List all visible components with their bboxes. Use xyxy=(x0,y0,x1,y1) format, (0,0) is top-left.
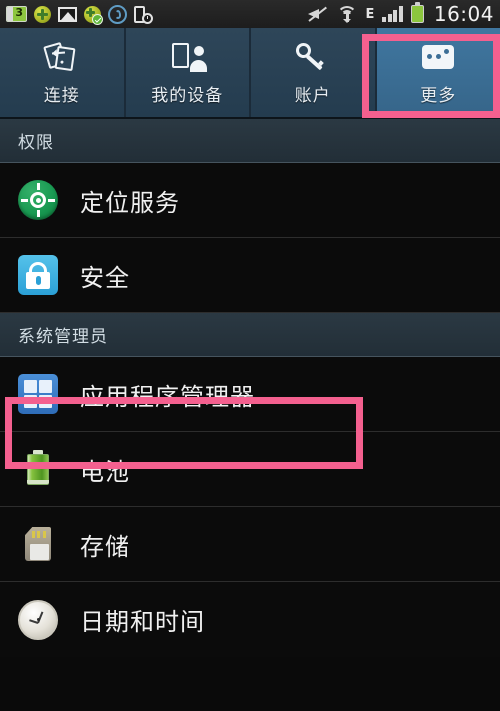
settings-list: 权限 定位服务 安全 系统管理员 应用程序管理器 电池 存储 日期和时间 xyxy=(0,119,500,657)
green-plus-check-notification-icon xyxy=(84,5,103,25)
list-item-battery[interactable]: 电池 xyxy=(0,432,500,507)
tab-accounts-label: 账户 xyxy=(294,85,331,106)
settings-tab-bar: 连接 我的设备 账户 更多 xyxy=(0,28,500,119)
connections-icon xyxy=(42,40,81,74)
section-header-system-manager: 系统管理员 xyxy=(0,313,500,357)
section-header-system-manager-label: 系统管理员 xyxy=(18,327,108,347)
tab-connections[interactable]: 连接 xyxy=(0,28,126,117)
tab-more-label: 更多 xyxy=(420,85,457,106)
status-bar-clock: 16:04 xyxy=(433,2,494,26)
application-manager-icon xyxy=(18,374,58,414)
battery-icon xyxy=(410,2,424,23)
list-item-location-services-label: 定位服务 xyxy=(80,188,180,217)
green-plus-notification-icon xyxy=(34,5,51,23)
phone-screen: E 16:04 连接 我的设备 账户 更多 权限 xyxy=(0,0,500,711)
list-item-application-manager[interactable]: 应用程序管理器 xyxy=(0,357,500,432)
date-time-clock-icon xyxy=(18,599,58,640)
network-type-label: E xyxy=(365,6,375,22)
more-dots-icon xyxy=(419,40,457,74)
security-lock-icon xyxy=(18,255,58,295)
picture-notification-icon xyxy=(58,6,77,22)
tab-connections-label: 连接 xyxy=(43,85,80,106)
location-services-icon xyxy=(18,180,58,220)
list-item-battery-label: 电池 xyxy=(80,457,130,486)
list-item-date-and-time-label: 日期和时间 xyxy=(80,608,205,636)
list-item-security[interactable]: 安全 xyxy=(0,238,500,313)
tab-more[interactable]: 更多 xyxy=(376,28,500,117)
mute-icon xyxy=(308,6,329,22)
wifi-icon xyxy=(337,5,358,23)
device-clock-notification-icon xyxy=(134,5,153,24)
tab-my-device-label: 我的设备 xyxy=(151,85,224,106)
status-bar-notification-icons xyxy=(6,4,153,25)
swirl-app-notification-icon xyxy=(108,4,127,24)
battery-saver-notification-icon xyxy=(6,6,27,22)
list-item-location-services[interactable]: 定位服务 xyxy=(0,163,500,238)
list-item-application-manager-label: 应用程序管理器 xyxy=(80,382,255,411)
signal-bars-icon xyxy=(382,6,403,22)
list-item-security-label: 安全 xyxy=(80,263,130,292)
tab-accounts[interactable]: 账户 xyxy=(251,28,377,117)
key-icon xyxy=(293,39,332,74)
tab-my-device[interactable]: 我的设备 xyxy=(125,28,251,117)
section-header-permissions-label: 权限 xyxy=(18,133,54,153)
storage-sdcard-icon xyxy=(18,524,58,564)
status-bar-system-icons: E 16:04 xyxy=(308,2,494,26)
list-item-storage[interactable]: 存储 xyxy=(0,507,500,582)
my-device-icon xyxy=(168,40,208,74)
section-header-permissions: 权限 xyxy=(0,119,500,163)
list-item-storage-label: 存储 xyxy=(80,532,130,561)
battery-icon xyxy=(18,449,58,489)
list-item-date-and-time[interactable]: 日期和时间 xyxy=(0,582,500,657)
status-bar: E 16:04 xyxy=(0,0,500,28)
